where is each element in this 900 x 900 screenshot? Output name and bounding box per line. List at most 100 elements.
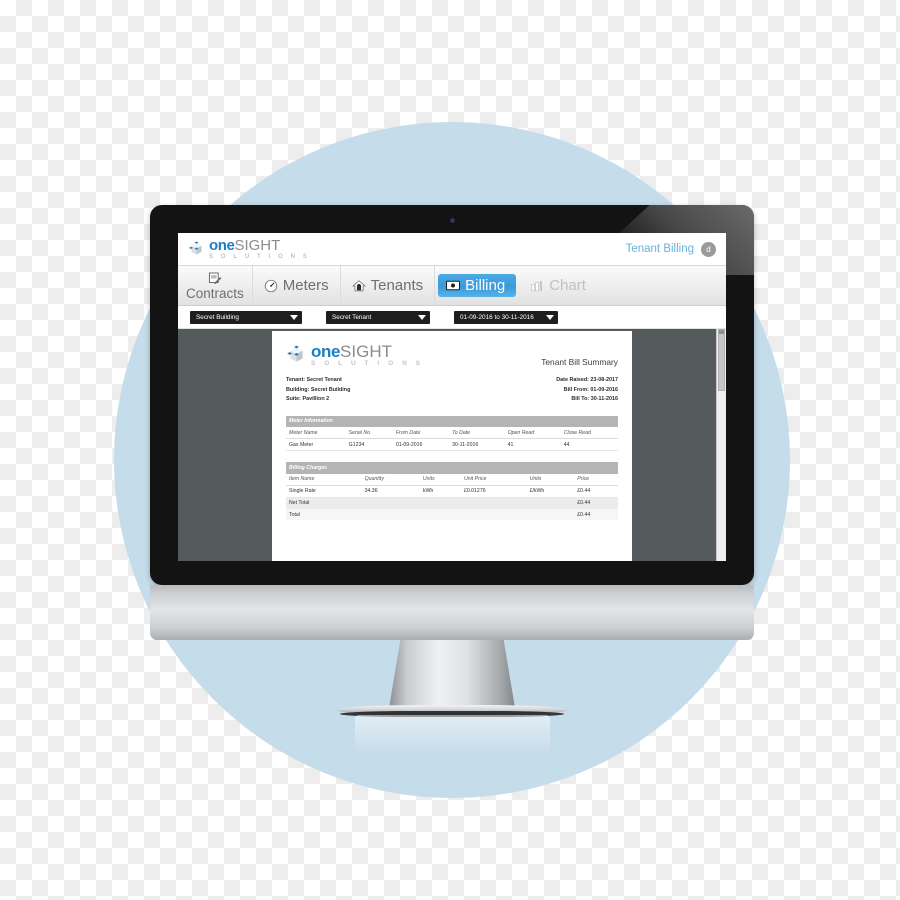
context-label[interactable]: Tenant Billing [626, 243, 694, 255]
billing-col-units2: Units [526, 473, 575, 486]
monitor-stand-neck [389, 640, 515, 708]
meta-bill-to: Bill To: 30-11-2016 [571, 396, 618, 403]
meter-cell-name: Gas Meter [286, 438, 346, 452]
document-meta-left: Tenant: Secret Tenant Building: Secret B… [286, 376, 350, 404]
meter-cell-to: 30-11-2016 [449, 438, 505, 452]
chevron-down-icon [418, 314, 426, 320]
bill-document-page: oneSIGHT S O L U T I O N S Tenant Bill S… [272, 331, 632, 561]
webcam-icon [450, 218, 455, 223]
meta-bill-from: Bill From: 01-09-2016 [563, 386, 618, 393]
meter-section-title-row: Meter Information [286, 415, 618, 427]
building-dropdown-value: Secret Building [196, 313, 239, 321]
tab-tenants-label: Tenants [370, 277, 424, 294]
billing-cell-unit-price: £0.01276 [460, 485, 527, 498]
document-pencil-icon [207, 271, 223, 287]
billing-section-title: Billing Charges [286, 462, 618, 474]
meter-col-serial: Serial No [345, 426, 393, 440]
billing-col-item: Item Name [286, 473, 362, 486]
document-brand-sight: SIGHT [340, 342, 392, 361]
meter-information-table: Meter Information Meter Name Serial No F… [286, 415, 618, 452]
tab-billing[interactable]: Billing [435, 266, 519, 305]
period-dropdown[interactable]: 01-09-2016 to 30-11-2016 [454, 310, 558, 324]
tab-chart[interactable]: Chart [519, 266, 597, 305]
scrollbar-grip-icon [719, 330, 724, 334]
billing-cell-units2: £/kWh [526, 485, 575, 498]
bar-chart-icon [530, 279, 544, 293]
tab-meters[interactable]: Meters [253, 266, 341, 305]
billing-cell-price: £0.44 [574, 485, 618, 498]
app-header: oneSIGHT S O L U T I O N S Tenant Billin… [178, 233, 726, 266]
document-viewer[interactable]: oneSIGHT S O L U T I O N S Tenant Bill S… [178, 329, 726, 561]
brand-name-one: one [209, 237, 235, 254]
brand-name-sight: SIGHT [234, 237, 281, 254]
billing-cell-units: kWh [419, 485, 461, 498]
meter-col-from: From Date [392, 426, 450, 440]
filter-bar: Secret Building Secret Tenant 01-09-2016… [178, 306, 726, 329]
billing-cell-item: Single Rate [286, 485, 362, 498]
header-right-group: Tenant Billing d [626, 241, 716, 257]
tab-chart-label: Chart [549, 277, 586, 294]
tenant-dropdown[interactable]: Secret Tenant [326, 310, 430, 324]
document-brand-tagline: S O L U T I O N S [311, 360, 424, 367]
table-row: Gas Meter G1234 01-09-2016 30-11-2016 41… [286, 438, 618, 452]
document-meta-right: Date Raised: 23-08-2017 Bill From: 01-09… [556, 376, 618, 404]
billing-col-units: Units [419, 473, 461, 486]
net-total-value: £0.44 [574, 497, 618, 510]
billing-section-title-row: Billing Charges [286, 462, 618, 474]
document-logo: oneSIGHT S O L U T I O N S [286, 343, 424, 367]
brand-tagline: S O L U T I O N S [209, 254, 310, 260]
avatar[interactable]: d [701, 241, 716, 257]
document-meta: Tenant: Secret Tenant Building: Secret B… [286, 376, 618, 404]
meter-col-close: Close Read [560, 426, 618, 440]
document-title: Tenant Bill Summary [541, 357, 618, 367]
viewer-scrollbar-thumb[interactable] [718, 329, 725, 391]
table-row: Single Rate 34.36 kWh £0.01276 £/kWh £0.… [286, 485, 618, 498]
viewer-scrollbar[interactable] [716, 329, 726, 561]
billing-col-price: Price [574, 473, 618, 486]
nav-tab-bar: Contracts Meters Tenants Billing Chart [178, 266, 726, 306]
period-dropdown-value: 01-09-2016 to 30-11-2016 [460, 313, 534, 321]
document-brand-one: one [311, 342, 341, 361]
total-value: £0.44 [574, 509, 618, 521]
billing-cell-quantity: 34.36 [361, 485, 420, 498]
total-row-final: Total £0.44 [286, 509, 618, 521]
billing-charges-table: Billing Charges Item Name Quantity Units… [286, 462, 618, 521]
meter-cell-serial: G1234 [345, 438, 393, 452]
cube-logo-icon [286, 345, 307, 366]
meter-col-open: Open Read [504, 426, 561, 440]
billing-col-unit-price: Unit Price [460, 473, 527, 486]
net-total-row: Net Total £0.44 [286, 497, 618, 510]
monitor-chin [150, 585, 754, 640]
billing-table-header-row: Item Name Quantity Units Unit Price Unit… [286, 473, 618, 486]
screen: oneSIGHT S O L U T I O N S Tenant Billin… [178, 233, 726, 561]
tab-tenants[interactable]: Tenants [341, 266, 436, 305]
monitor-bezel: oneSIGHT S O L U T I O N S Tenant Billin… [150, 205, 754, 585]
net-total-label: Net Total [286, 497, 575, 510]
meter-cell-open: 41 [504, 438, 561, 452]
cube-logo-icon [188, 241, 205, 258]
banknote-icon [446, 280, 461, 291]
house-icon [351, 279, 366, 293]
tab-billing-label: Billing [465, 277, 506, 294]
meter-col-name: Meter Name [286, 426, 346, 440]
meter-table-header-row: Meter Name Serial No From Date To Date O… [286, 426, 618, 440]
meter-col-to: To Date [449, 426, 505, 440]
tab-contracts[interactable]: Contracts [178, 266, 253, 305]
total-label: Total [286, 509, 575, 521]
chevron-down-icon [290, 314, 298, 320]
chevron-down-icon [546, 314, 554, 320]
monitor-reflection [355, 715, 550, 755]
tab-contracts-label: Contracts [186, 285, 244, 301]
tab-meters-label: Meters [282, 277, 329, 294]
meter-cell-from: 01-09-2016 [392, 438, 450, 452]
gauge-icon [264, 279, 278, 293]
meter-section-title: Meter Information [286, 415, 618, 427]
meta-building: Building: Secret Building [286, 386, 351, 393]
meter-cell-close: 44 [560, 438, 618, 452]
document-header: oneSIGHT S O L U T I O N S Tenant Bill S… [286, 343, 618, 367]
monitor-mockup: oneSIGHT S O L U T I O N S Tenant Billin… [150, 205, 754, 585]
billing-col-quantity: Quantity [361, 473, 420, 486]
meta-suite: Suite: Pavillion 2 [286, 396, 330, 403]
building-dropdown[interactable]: Secret Building [190, 310, 302, 324]
app-logo[interactable]: oneSIGHT S O L U T I O N S [188, 238, 310, 260]
